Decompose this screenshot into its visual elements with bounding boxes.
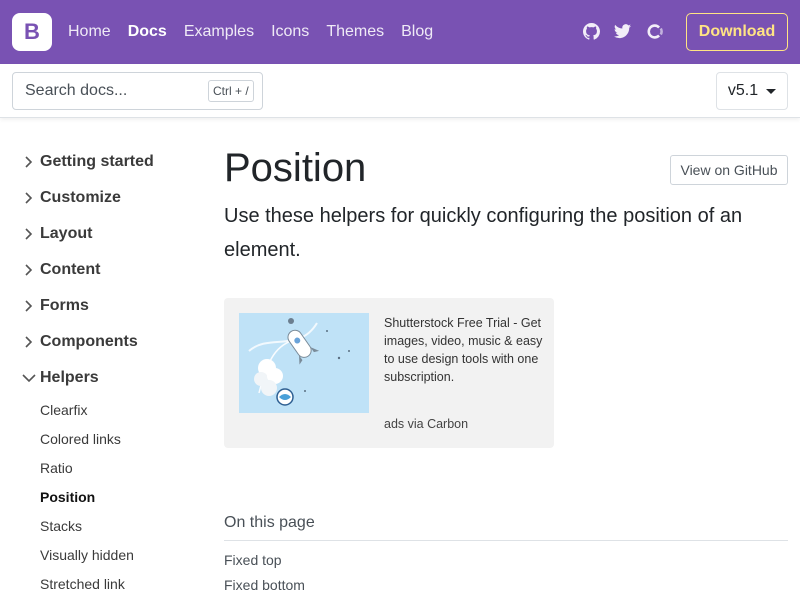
caret-down-icon (766, 88, 777, 94)
nav-link-examples[interactable]: Examples (184, 23, 254, 41)
toc-link-fixed-bottom[interactable]: Fixed bottom (224, 577, 305, 593)
sidebar-item-clearfix[interactable]: Clearfix (40, 400, 87, 420)
docs-subnav: Ctrl + / v5.1 (0, 64, 800, 118)
ad-image[interactable] (239, 313, 369, 413)
search-shortcut-hint: Ctrl + / (208, 80, 254, 102)
chevron-right-icon (25, 228, 33, 240)
sidebar-item-position[interactable]: Position (40, 487, 95, 507)
carbon-ad: Shutterstock Free Trial - Get images, vi… (224, 298, 554, 448)
nav-link-docs[interactable]: Docs (128, 23, 167, 41)
brand-letter: B (24, 19, 40, 44)
docs-sidebar: Getting started Customize Layout Content… (0, 118, 210, 600)
sidebar-group-label: Components (40, 333, 138, 350)
chevron-right-icon (25, 192, 33, 204)
github-icon[interactable] (582, 22, 600, 40)
sidebar-item-visually-hidden[interactable]: Visually hidden (40, 545, 134, 565)
sidebar-item-colored-links[interactable]: Colored links (40, 429, 121, 449)
page-lead: Use these helpers for quickly configurin… (224, 205, 743, 261)
toc-link-fixed-top[interactable]: Fixed top (224, 552, 282, 568)
nav-link-icons[interactable]: Icons (271, 23, 309, 41)
top-navbar: B Home Docs Examples Icons Themes Blog D… (0, 0, 800, 64)
sidebar-group-label: Content (40, 261, 101, 278)
main-nav: Home Docs Examples Icons Themes Blog (68, 0, 450, 64)
search-box[interactable]: Ctrl + / (12, 72, 263, 110)
chevron-right-icon (25, 300, 33, 312)
sidebar-group-components[interactable]: Components (22, 330, 138, 354)
sidebar-group-label: Layout (40, 225, 93, 242)
chevron-down-icon (22, 374, 36, 383)
download-button[interactable]: Download (686, 13, 788, 51)
sidebar-group-getting-started[interactable]: Getting started (22, 150, 154, 174)
twitter-icon[interactable] (613, 22, 631, 40)
toc-divider (224, 540, 788, 541)
nav-link-themes[interactable]: Themes (326, 23, 384, 41)
chevron-right-icon (25, 264, 33, 276)
sidebar-group-layout[interactable]: Layout (22, 222, 92, 246)
sidebar-group-helpers[interactable]: Helpers (22, 366, 99, 390)
sidebar-group-label: Getting started (40, 153, 154, 170)
nav-link-blog[interactable]: Blog (401, 23, 433, 41)
view-on-github-button[interactable]: View on GitHub (670, 155, 788, 185)
version-label: v5.1 (727, 82, 759, 99)
chevron-right-icon (25, 336, 33, 348)
bootstrap-logo[interactable]: B (12, 13, 52, 51)
nav-link-home[interactable]: Home (68, 23, 111, 41)
opencollective-icon[interactable] (645, 22, 663, 40)
sidebar-group-label: Forms (40, 297, 89, 314)
toc-title: On this page (224, 514, 315, 531)
sidebar-group-customize[interactable]: Customize (22, 186, 121, 210)
rocket-illustration (239, 313, 369, 413)
sidebar-item-stacks[interactable]: Stacks (40, 516, 82, 536)
sidebar-group-label: Customize (40, 189, 121, 206)
sidebar-group-forms[interactable]: Forms (22, 294, 89, 318)
sidebar-group-label: Helpers (40, 369, 99, 386)
sidebar-item-stretched-link[interactable]: Stretched link (40, 574, 125, 594)
ad-via-carbon[interactable]: ads via Carbon (384, 417, 468, 431)
sidebar-group-content[interactable]: Content (22, 258, 100, 282)
ad-text[interactable]: Shutterstock Free Trial - Get images, vi… (384, 314, 544, 386)
chevron-right-icon (25, 156, 33, 168)
version-dropdown[interactable]: v5.1 (716, 72, 788, 110)
page-title: Position (224, 146, 367, 190)
sidebar-item-ratio[interactable]: Ratio (40, 458, 73, 478)
search-input[interactable] (13, 73, 203, 109)
